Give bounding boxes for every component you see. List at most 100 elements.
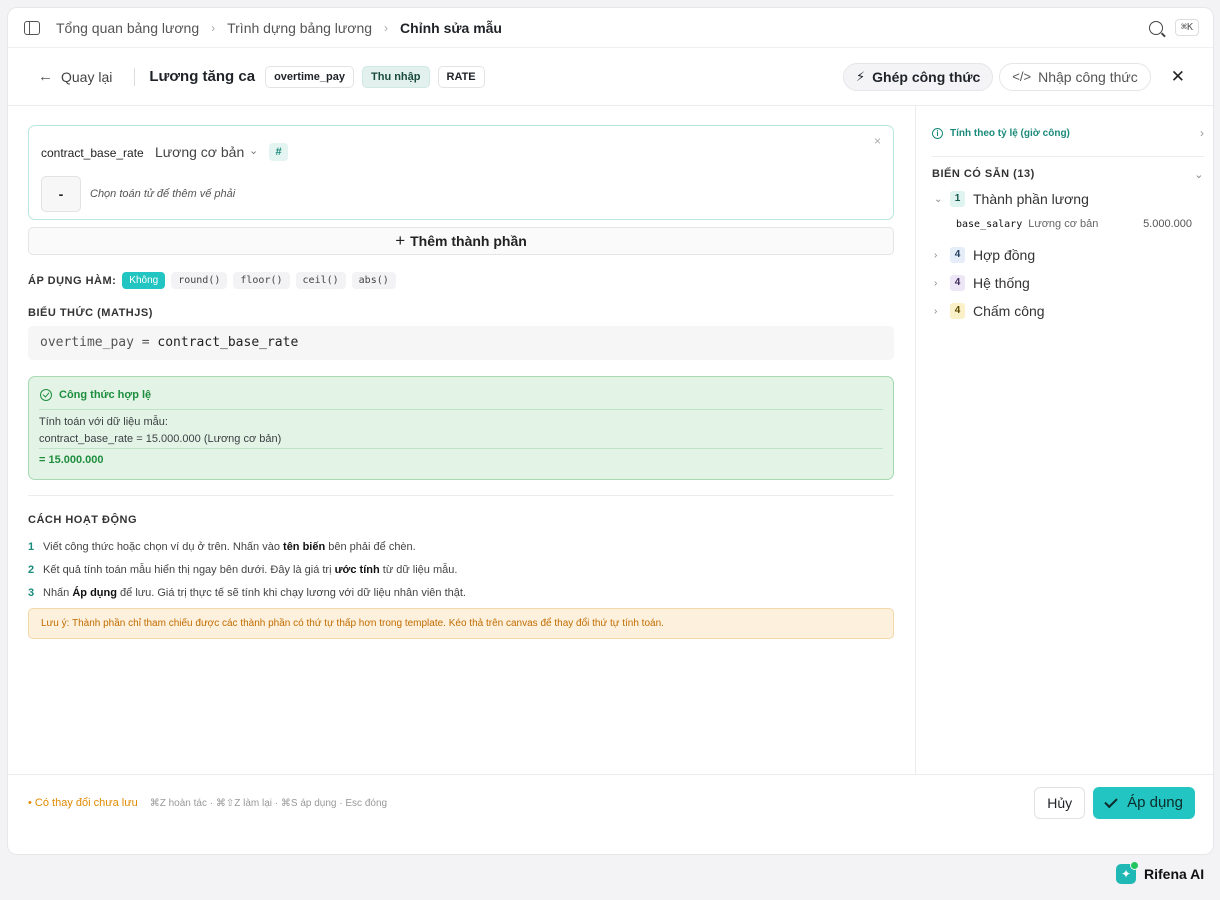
apply-function-row: ÁP DỤNG HÀM: Không round() floor() ceil(… <box>28 272 396 289</box>
variables-header[interactable]: BIẾN CÓ SẴN (13) ⌄ <box>932 168 1204 181</box>
variable-name: contract_base_rate <box>41 146 144 160</box>
chevron-down-icon: ⌄ <box>1194 169 1204 181</box>
check-icon <box>1104 794 1118 808</box>
search-shortcut-badge: ⌘K <box>1174 19 1199 36</box>
sidebar-toggle-icon[interactable] <box>24 20 40 35</box>
ratio-option[interactable]: i Tính theo tỷ lệ (giờ công) › <box>932 126 1204 140</box>
expression-rhs: contract_base_rate <box>157 335 299 350</box>
add-component-button[interactable]: + Thêm thành phần <box>28 227 894 255</box>
plus-icon: + <box>395 231 406 250</box>
ai-assistant-button[interactable]: ✦ Rifena AI <box>1116 861 1205 884</box>
operator-button[interactable]: - <box>41 176 81 212</box>
chevron-right-icon: › <box>1200 126 1204 140</box>
step-text: Nhấn Áp dụng để lưu. Giá trị thực tế sẽ … <box>43 586 466 599</box>
unsaved-indicator: • Có thay đổi chưa lưu <box>28 797 138 809</box>
chevron-right-icon: › <box>384 20 389 35</box>
info-icon: i <box>932 127 943 139</box>
divider <box>28 495 894 496</box>
validation-panel: Công thức hợp lệ Tính toán với dữ liệu m… <box>28 376 894 480</box>
breadcrumb-item[interactable]: Trình dựng bảng lương <box>227 20 372 36</box>
variable-desc: Lương cơ bản <box>1028 218 1099 230</box>
divider <box>932 156 1204 157</box>
validation-sample: Tính toán với dữ liệu mẫu: contract_base… <box>39 414 281 448</box>
variable-group-attendance[interactable]: › 4 Chấm công <box>934 303 1045 319</box>
apply-button[interactable]: Áp dụng <box>1093 787 1195 819</box>
arrow-left-icon: ← <box>38 68 53 85</box>
divider <box>134 67 136 86</box>
count-badge: 4 <box>950 275 965 291</box>
app-window: Tổng quan bảng lương › Trình dựng bảng l… <box>7 7 1214 855</box>
back-label: Quay lại <box>61 68 113 85</box>
step-number: 3 <box>28 586 35 599</box>
chevron-down-icon: ⌄ <box>934 193 943 205</box>
chevron-right-icon: › <box>934 277 938 289</box>
function-option-round[interactable]: round() <box>171 272 228 289</box>
group-name: Hợp đồng <box>973 247 1036 263</box>
search-icon[interactable] <box>1148 20 1163 35</box>
how-it-works-label: CÁCH HOẠT ĐỘNG <box>28 514 138 526</box>
expression-field[interactable]: overtime_pay = contract_base_rate <box>28 326 894 360</box>
step-number: 2 <box>28 563 35 576</box>
formula-editor: contract_base_rate Lương cơ bản ⌄ # × - … <box>8 106 915 774</box>
variable-group-system[interactable]: › 4 Hệ thống <box>934 275 1030 291</box>
warning-note: Lưu ý: Thành phần chỉ tham chiếu được cá… <box>28 608 894 639</box>
compose-formula-label: Ghép công thức <box>872 68 981 85</box>
breadcrumb-current: Chỉnh sửa mẫu <box>400 19 502 36</box>
group-name: Thành phần lương <box>973 191 1089 207</box>
expression-label: BIỂU THỨC (MATHJS) <box>28 307 153 319</box>
validation-header: Công thức hợp lệ <box>40 389 151 401</box>
divider <box>39 448 883 449</box>
code-tag: overtime_pay <box>265 65 354 88</box>
close-icon[interactable]: ✕ <box>1171 67 1185 87</box>
compose-formula-button[interactable]: ⚡︎ Ghép công thức <box>843 62 994 91</box>
step-item: 1 Viết công thức hoặc chọn ví dụ ở trên.… <box>28 535 466 558</box>
step-item: 2 Kết quả tính toán mẫu hiển thị ngay bê… <box>28 558 466 581</box>
breadcrumb-item[interactable]: Tổng quan bảng lương <box>56 20 199 36</box>
editor-header: ← Quay lại Lương tăng ca overtime_pay Th… <box>8 48 1213 106</box>
input-formula-label: Nhập công thức <box>1038 68 1138 85</box>
variable-item[interactable]: base_salary Lương cơ bản 5.000.000 <box>956 218 1192 230</box>
remove-component-icon[interactable]: × <box>874 134 881 148</box>
number-type-icon: # <box>269 143 288 161</box>
check-circle-icon <box>40 389 52 401</box>
code-icon: </> <box>1012 69 1032 84</box>
cancel-button[interactable]: Hủy <box>1034 787 1086 819</box>
function-option-none[interactable]: Không <box>122 272 166 289</box>
function-option-abs[interactable]: abs() <box>351 272 396 289</box>
validation-result: = 15.000.000 <box>39 454 104 466</box>
sample-detail: contract_base_rate = 15.000.000 (Lương c… <box>39 433 282 445</box>
function-option-ceil[interactable]: ceil() <box>295 272 346 289</box>
category-tag: Thu nhập <box>362 65 430 88</box>
variable-group-contract[interactable]: › 4 Hợp đồng <box>934 247 1035 263</box>
chevron-down-icon[interactable]: ⌄ <box>249 144 258 157</box>
divider <box>39 409 883 410</box>
chevron-right-icon: › <box>211 20 216 35</box>
group-name: Chấm công <box>973 303 1045 319</box>
back-button[interactable]: ← Quay lại <box>38 68 112 85</box>
step-number: 1 <box>28 540 35 553</box>
lightning-icon: ⚡︎ <box>856 68 866 84</box>
function-option-floor[interactable]: floor() <box>233 272 290 289</box>
group-name: Hệ thống <box>973 275 1030 291</box>
variable-select[interactable]: Lương cơ bản <box>155 144 244 160</box>
variable-value: 5.000.000 <box>1143 218 1192 230</box>
component-title: Lương tăng ca <box>149 68 256 85</box>
sample-label: Tính toán với dữ liệu mẫu: <box>39 416 168 428</box>
step-text: Viết công thức hoặc chọn ví dụ ở trên. N… <box>43 540 416 553</box>
type-tag: RATE <box>437 65 485 88</box>
count-badge: 4 <box>950 303 965 319</box>
ai-label: Rifena AI <box>1144 866 1205 882</box>
apply-function-label: ÁP DỤNG HÀM: <box>28 274 117 287</box>
chevron-right-icon: › <box>934 305 938 317</box>
step-item: 3 Nhấn Áp dụng để lưu. Giá trị thực tế s… <box>28 581 466 604</box>
variable-key: base_salary <box>956 218 1023 230</box>
formula-component: contract_base_rate Lương cơ bản ⌄ # × - … <box>28 125 894 220</box>
input-formula-button[interactable]: </> Nhập công thức <box>999 62 1151 91</box>
count-badge: 1 <box>950 191 965 207</box>
how-it-works-steps: 1 Viết công thức hoặc chọn ví dụ ở trên.… <box>28 535 466 604</box>
count-badge: 4 <box>950 247 965 263</box>
chevron-right-icon: › <box>934 249 938 261</box>
sparkle-icon: ✦ <box>1116 861 1139 884</box>
variable-group-salary[interactable]: ⌄ 1 Thành phần lương <box>934 191 1089 207</box>
add-component-label: Thêm thành phần <box>410 233 527 249</box>
